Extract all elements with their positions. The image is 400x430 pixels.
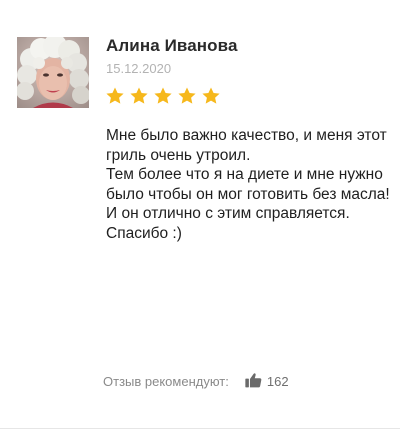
- review-text-line: Мне было важно качество, и меня этот гри…: [106, 127, 387, 164]
- review-text-line: Спасибо :): [106, 224, 182, 242]
- star-icon: [106, 87, 124, 104]
- star-icon: [178, 87, 196, 104]
- avatar: [17, 37, 89, 108]
- divider: [0, 428, 400, 429]
- recommend-label: Отзыв рекомендуют:: [103, 374, 229, 389]
- author-name: Алина Иванова: [106, 36, 238, 55]
- review-text: Мне было важно качество, и меня этот гри…: [106, 126, 391, 243]
- star-icon: [202, 87, 220, 104]
- star-rating: [105, 86, 221, 106]
- like-count: 162: [266, 374, 289, 389]
- star-icon: [154, 87, 172, 104]
- thumbs-up-icon: [245, 372, 262, 387]
- review-card: Алина Иванова 15.12.2020 Мне было важно …: [0, 0, 400, 430]
- star-icon: [130, 87, 148, 104]
- like-button[interactable]: 162: [245, 372, 289, 389]
- review-text-line: И он отлично с этим справляется.: [106, 205, 350, 222]
- recommend-bar: Отзыв рекомендуют: 162: [103, 372, 289, 389]
- review-date: 15.12.2020: [106, 61, 172, 76]
- review-text-line: Тем более что я на диете и мне нужно был…: [106, 166, 390, 203]
